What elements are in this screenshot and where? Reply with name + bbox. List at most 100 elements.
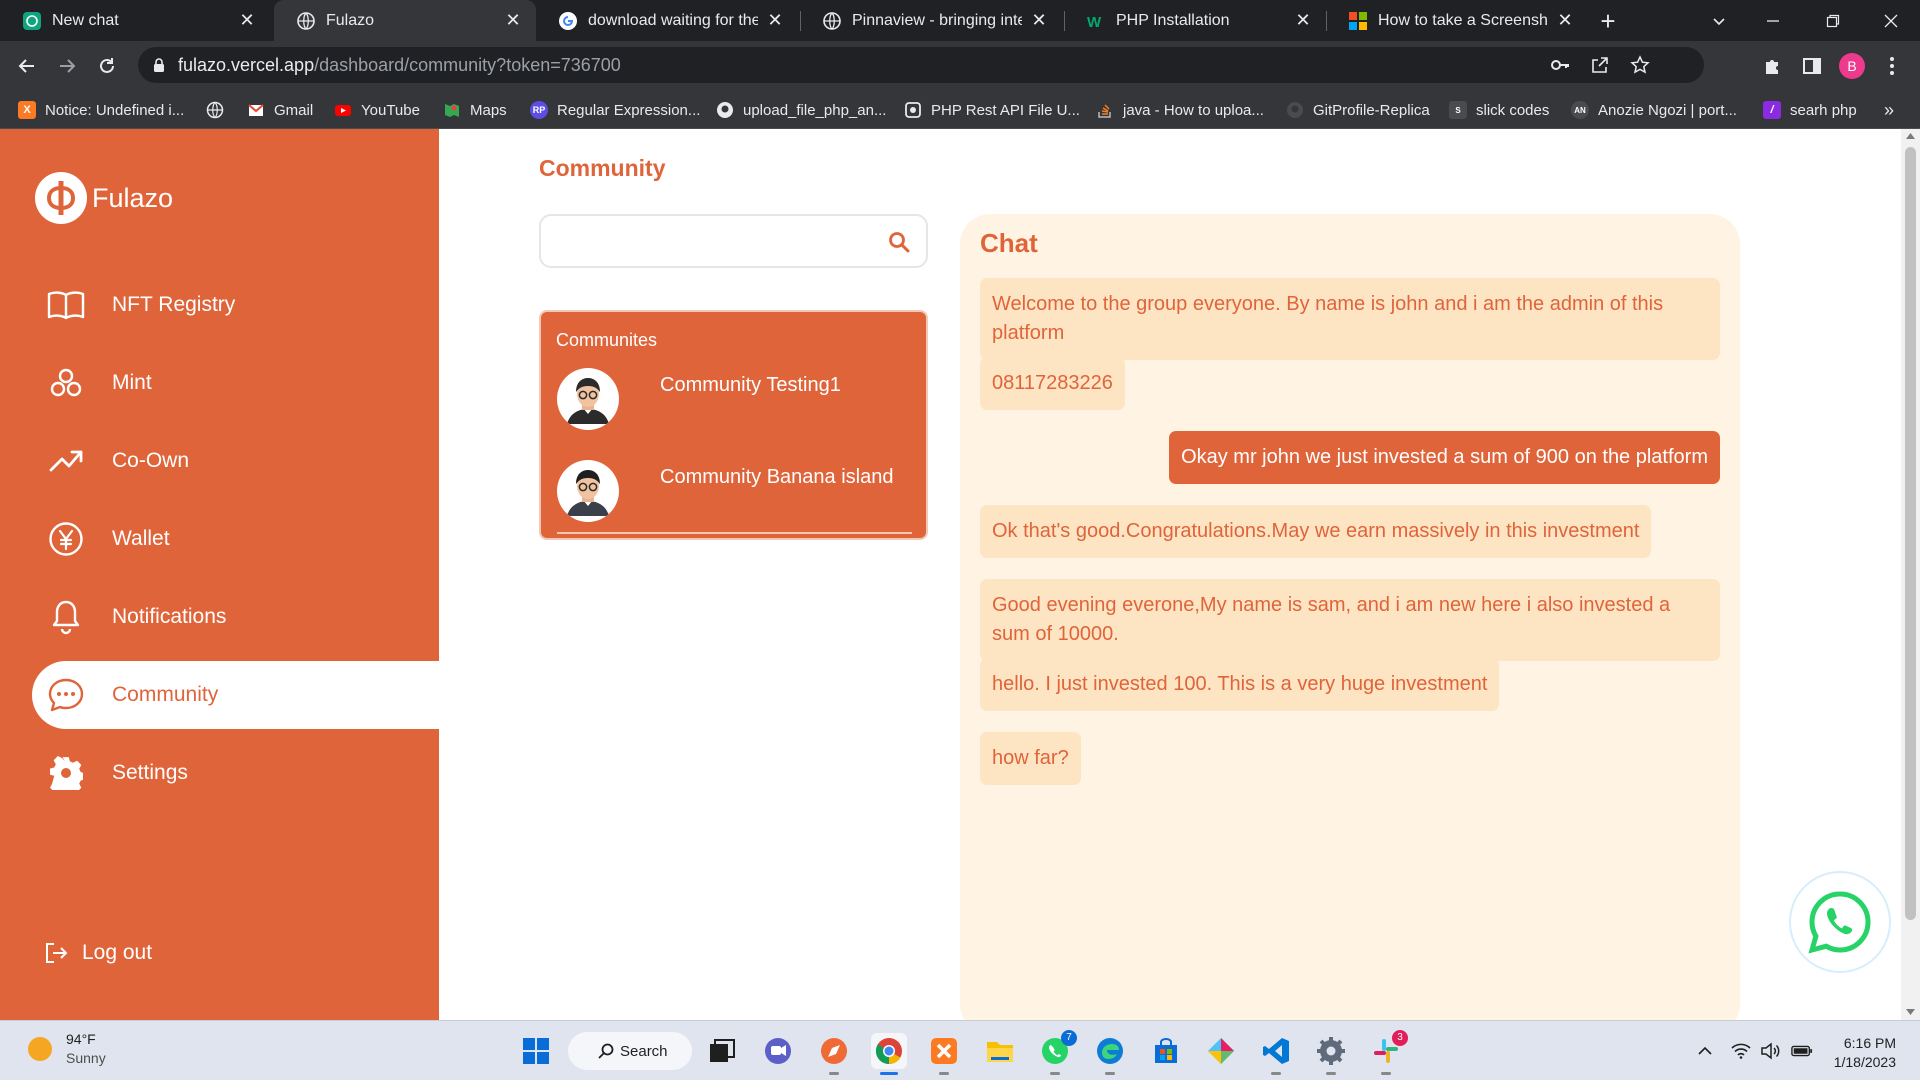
minimize-icon (1767, 19, 1779, 22)
sidebar-item-settings[interactable]: Settings (32, 739, 439, 807)
sidebar-item-nft-registry[interactable]: NFT Registry (32, 271, 439, 339)
brand-name: Fulazo (92, 182, 174, 213)
taskbar-app-file-explorer[interactable] (982, 1033, 1018, 1069)
tab-pinnaview[interactable]: Pinnaview - bringing intern ✕ (800, 0, 1062, 41)
logout-button[interactable]: Log out (44, 941, 152, 965)
scroll-up-icon[interactable] (1906, 133, 1915, 139)
sidebar-item-wallet[interactable]: Wallet (32, 505, 439, 573)
bookmark-gitprofile[interactable]: GitProfile-Replica (1286, 99, 1430, 121)
tab-search-button[interactable] (1696, 0, 1742, 41)
app-running-indicator (880, 1072, 898, 1075)
bookmark-php-rest[interactable]: PHP Rest API File U... (904, 99, 1080, 121)
teams-chat-button[interactable] (760, 1033, 796, 1069)
back-button[interactable] (10, 49, 44, 83)
volume-button[interactable] (1760, 1040, 1782, 1062)
bookmark-slick-codes[interactable]: Sslick codes (1449, 99, 1549, 121)
sidebar-item-co-own[interactable]: Co-Own (32, 427, 439, 495)
lock-icon (154, 58, 164, 72)
github-icon (1287, 102, 1303, 118)
forward-button[interactable] (50, 49, 84, 83)
bookmark-youtube[interactable]: YouTube (334, 99, 420, 121)
sidebar-item-community[interactable]: Community (32, 661, 439, 729)
bookmark-maps[interactable]: Maps (443, 99, 507, 121)
minimize-button[interactable] (1750, 0, 1796, 41)
new-tab-button[interactable]: + (1594, 7, 1622, 35)
community-item[interactable]: Community Banana island (557, 460, 912, 530)
reload-button[interactable] (90, 49, 124, 83)
system-clock[interactable]: 6:16 PM 1/18/2023 (1824, 1034, 1896, 1072)
bookmark-upload-file[interactable]: upload_file_php_an... (716, 99, 886, 121)
sidebar-item-mint[interactable]: Mint (32, 349, 439, 417)
community-item[interactable]: Community Testing1 (557, 368, 912, 438)
close-tab-icon[interactable]: ✕ (504, 10, 522, 31)
bookmark-label: Gmail (274, 101, 314, 119)
task-view-button[interactable] (704, 1033, 740, 1069)
extensions-button[interactable] (1755, 49, 1789, 83)
star-icon[interactable] (1630, 55, 1650, 75)
close-tab-icon[interactable]: ✕ (1294, 10, 1312, 31)
tab-php-installation[interactable]: W PHP Installation ✕ (1064, 0, 1326, 41)
weather-temp: 94°F (66, 1031, 96, 1047)
network-button[interactable] (1730, 1040, 1752, 1062)
bookmark-notice[interactable]: X Notice: Undefined i... (18, 99, 184, 121)
browser-menu-button[interactable] (1875, 49, 1909, 83)
share-icon[interactable] (1590, 55, 1610, 75)
mint-icon (46, 363, 86, 403)
bookmark-gmail[interactable]: Gmail (247, 99, 313, 121)
close-tab-icon[interactable]: ✕ (766, 10, 784, 31)
bookmark-regex[interactable]: RP Regular Expression... (530, 99, 700, 121)
bookmark-anozie[interactable]: AN Anozie Ngozi | port... (1571, 99, 1737, 121)
tab-screenshot-howto[interactable]: How to take a Screenshot i ✕ (1326, 0, 1588, 41)
taskbar-app-swift[interactable] (816, 1033, 852, 1075)
tab-title: download waiting for the ca (588, 11, 758, 29)
start-button[interactable] (518, 1033, 554, 1069)
sidebar-item-notifications[interactable]: Notifications (32, 583, 439, 651)
weather-widget[interactable]: 94°F Sunny (28, 1031, 106, 1066)
profile-button[interactable]: B (1835, 49, 1869, 83)
bookmark-java[interactable]: java - How to uploa... (1096, 99, 1264, 121)
address-bar[interactable]: fulazo.vercel.app/dashboard/community?to… (138, 47, 1704, 83)
search-input[interactable] (553, 226, 873, 256)
tab-new-chat[interactable]: New chat ✕ (0, 0, 270, 41)
bookmark-label: searh php (1790, 101, 1857, 119)
bookmark-label: Regular Expression... (557, 101, 701, 119)
bookmarks-overflow-button[interactable]: » (1884, 99, 1894, 121)
show-hidden-icons-button[interactable] (1694, 1040, 1716, 1062)
whatsapp-float-button[interactable] (1789, 871, 1891, 973)
restore-button[interactable] (1810, 0, 1856, 41)
page-scrollbar[interactable] (1901, 129, 1920, 1020)
taskbar-app-vscode[interactable] (1258, 1033, 1294, 1075)
taskbar-app-whatsapp[interactable]: 7 (1037, 1030, 1077, 1075)
taskbar-app-edge[interactable] (1092, 1033, 1128, 1075)
close-tab-icon[interactable]: ✕ (1556, 10, 1574, 31)
key-icon[interactable] (1550, 56, 1570, 74)
taskbar-app-xampp[interactable] (926, 1033, 962, 1075)
chat-bubble-icon (46, 675, 86, 715)
scroll-thumb[interactable] (1905, 147, 1916, 920)
bookmark-globe[interactable] (206, 99, 233, 121)
w3schools-icon: W (1087, 14, 1102, 31)
whatsapp-icon (1808, 891, 1871, 954)
brand-logo[interactable]: Fulazo (34, 171, 173, 225)
taskbar-app-store[interactable] (1148, 1033, 1184, 1069)
close-tab-icon[interactable]: ✕ (238, 10, 256, 31)
tab-fulazo[interactable]: Fulazo ✕ (274, 0, 536, 41)
taskbar-app-settings[interactable] (1313, 1033, 1349, 1075)
close-window-button[interactable] (1868, 0, 1914, 41)
taskbar-app-chrome[interactable] (871, 1033, 907, 1075)
bookmark-searh-php[interactable]: / searh php (1763, 99, 1857, 121)
taskbar-app-slack[interactable]: 3 (1368, 1030, 1408, 1075)
globe-icon (297, 11, 315, 30)
taskbar-search-label: Search (620, 1042, 668, 1060)
battery-button[interactable] (1791, 1040, 1813, 1062)
taskbar-search[interactable]: Search (568, 1032, 692, 1070)
bookmark-label: java - How to uploa... (1123, 101, 1264, 119)
tab-download-waiting[interactable]: download waiting for the ca ✕ (536, 0, 798, 41)
bookmark-label: YouTube (361, 101, 420, 119)
close-tab-icon[interactable]: ✕ (1030, 10, 1048, 31)
communities-panel: Communites Community Testing1 Community … (539, 310, 928, 540)
taskbar-app-diamond[interactable] (1203, 1033, 1239, 1069)
side-panel-button[interactable] (1795, 49, 1829, 83)
search-icon[interactable] (888, 231, 910, 253)
scroll-down-icon[interactable] (1906, 1009, 1915, 1015)
